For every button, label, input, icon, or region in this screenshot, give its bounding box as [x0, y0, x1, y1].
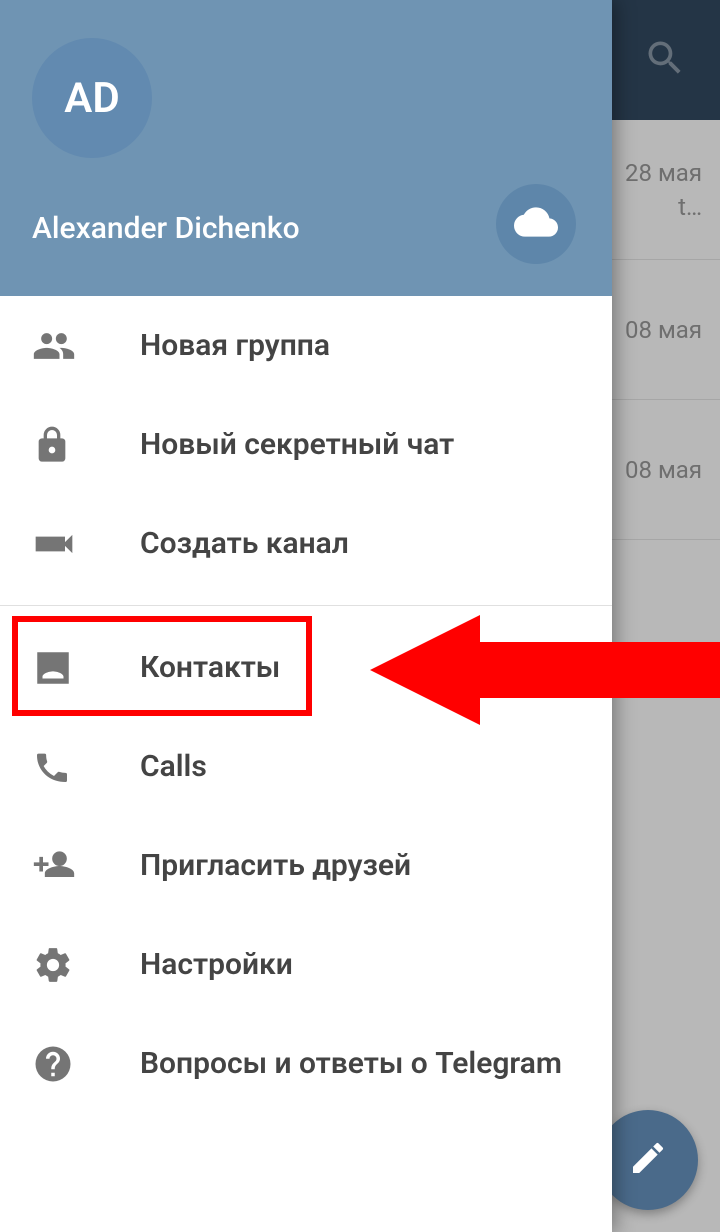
lock-icon	[32, 425, 100, 465]
navigation-drawer: AD Alexander Dichenko Новая группа Н	[0, 0, 612, 1232]
cloud-icon	[514, 200, 558, 248]
saved-messages-button[interactable]	[496, 184, 576, 264]
drawer-menu: Новая группа Новый секретный чат Создать…	[0, 296, 612, 1232]
phone-icon	[32, 747, 100, 787]
avatar-initials: AD	[64, 74, 119, 123]
menu-label: Calls	[140, 749, 207, 784]
menu-label: Вопросы и ответы о Telegram	[140, 1046, 562, 1081]
drawer-header: AD Alexander Dichenko	[0, 0, 612, 296]
contact-icon	[32, 647, 100, 689]
group-icon	[32, 324, 100, 368]
new-message-fab[interactable]	[598, 1110, 698, 1210]
menu-label: Новая группа	[140, 328, 330, 363]
menu-item-new-group[interactable]: Новая группа	[0, 296, 612, 395]
menu-item-settings[interactable]: Настройки	[0, 915, 612, 1014]
menu-item-calls[interactable]: Calls	[0, 717, 612, 816]
gear-icon	[32, 944, 100, 986]
menu-label: Создать канал	[140, 526, 349, 561]
menu-item-new-channel[interactable]: Создать канал	[0, 494, 612, 593]
drawer-scrim[interactable]	[610, 0, 720, 1232]
menu-label: Настройки	[140, 947, 293, 982]
help-icon	[32, 1043, 100, 1085]
user-name: Alexander Dichenko	[32, 211, 300, 246]
person-add-icon	[32, 844, 100, 888]
menu-item-new-secret-chat[interactable]: Новый секретный чат	[0, 395, 612, 494]
user-avatar[interactable]: AD	[32, 38, 152, 158]
menu-label: Пригласить друзей	[140, 848, 411, 883]
menu-divider	[0, 605, 612, 606]
megaphone-icon	[32, 522, 100, 566]
menu-item-faq[interactable]: Вопросы и ответы о Telegram	[0, 1014, 612, 1113]
menu-label: Новый секретный чат	[140, 427, 454, 462]
menu-item-contacts[interactable]: Контакты	[0, 618, 612, 717]
menu-item-invite-friends[interactable]: Пригласить друзей	[0, 816, 612, 915]
pencil-icon	[628, 1138, 668, 1182]
menu-label: Контакты	[140, 650, 280, 685]
